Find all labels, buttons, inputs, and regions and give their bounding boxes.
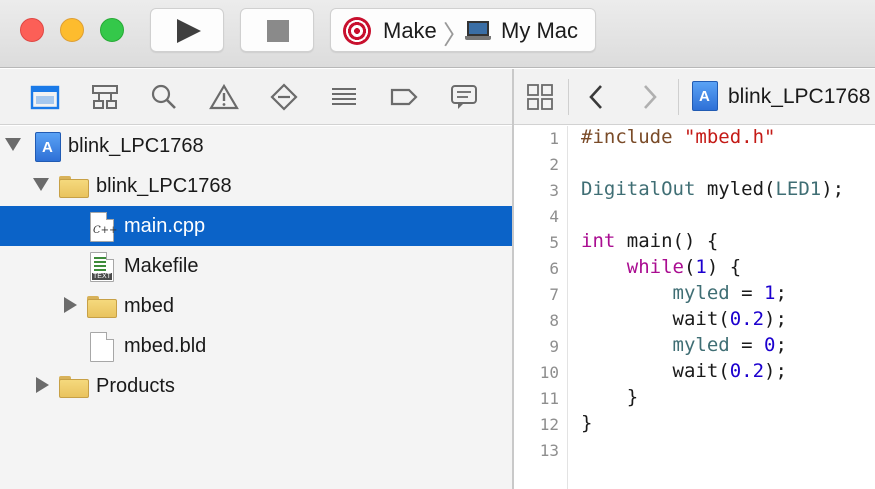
scheme-destination-label: My Mac (501, 18, 578, 43)
disclosure-expanded-icon[interactable] (5, 138, 21, 151)
scheme-selector[interactable]: Make 〉 My Mac (330, 8, 596, 52)
line-number: 5 (549, 233, 559, 252)
folder-icon (59, 176, 89, 198)
line-number: 4 (549, 207, 559, 226)
code-line-3: DigitalOut myled(LED1); (581, 178, 845, 200)
line-number: 7 (549, 285, 559, 304)
code-line-12: } (581, 412, 593, 434)
code-line-10: wait(0.2); (581, 360, 787, 382)
close-window-button[interactable] (20, 18, 44, 42)
tree-row-project[interactable]: A blink_LPC1768 (0, 126, 512, 166)
code-line-5: int main() { (581, 230, 719, 252)
run-button[interactable] (150, 8, 224, 52)
jump-bar-separator (678, 79, 679, 115)
report-bubble-icon[interactable] (449, 83, 479, 111)
identifier: myled (672, 334, 730, 356)
back-arrow-icon[interactable] (586, 83, 606, 111)
editor-jump-bar: A blink_LPC1768 (514, 69, 875, 125)
identifier: LED1 (775, 178, 822, 200)
tree-row-mbed-folder[interactable]: mbed (0, 286, 512, 326)
number-literal: 0 (764, 334, 776, 356)
breakpoint-icon[interactable] (389, 83, 419, 111)
tree-row-label: mbed.bld (124, 335, 207, 357)
navigator-selector-bar (0, 69, 512, 125)
identifier: myled (672, 282, 730, 304)
code-line-7: myled = 1; (672, 282, 787, 304)
minimize-window-button[interactable] (60, 18, 84, 42)
target-icon (343, 17, 371, 45)
number-literal: 0.2 (729, 308, 765, 330)
line-number: 1 (549, 129, 559, 148)
play-icon (177, 19, 201, 43)
line-number: 10 (539, 363, 559, 382)
debug-list-icon[interactable] (329, 83, 359, 111)
tree-row-label: blink_LPC1768 (96, 175, 232, 197)
tree-row-makefile[interactable]: TEXT Makefile (0, 246, 512, 286)
line-number: 11 (539, 389, 559, 408)
window-toolbar: Make 〉 My Mac (0, 0, 875, 68)
tree-row-label: blink_LPC1768 (68, 135, 204, 157)
line-number: 6 (549, 259, 559, 278)
tree-row-products[interactable]: Products (0, 366, 512, 406)
string-literal: "mbed.h" (683, 126, 776, 148)
tree-row-label: main.cpp (124, 215, 206, 237)
line-number: 2 (549, 155, 559, 174)
keyword: int (581, 230, 616, 252)
jump-bar-path[interactable]: blink_LPC1768 (728, 85, 870, 109)
tree-row-label: Makefile (124, 255, 199, 277)
code-line-11: } (581, 386, 639, 408)
code-line-8: wait(0.2); (581, 308, 787, 330)
tree-row-main-cpp[interactable]: C++ main.cpp (0, 206, 512, 246)
disclosure-expanded-icon[interactable] (33, 178, 49, 191)
project-icon: A (692, 81, 718, 111)
number-literal: 0.2 (729, 360, 765, 382)
disclosure-collapsed-icon[interactable] (64, 297, 77, 313)
symbol-hierarchy-icon[interactable] (90, 83, 120, 111)
search-icon[interactable] (149, 83, 179, 111)
tree-row-mbed-bld[interactable]: mbed.bld (0, 326, 512, 366)
related-items-icon[interactable] (526, 83, 554, 111)
type-name: DigitalOut (581, 178, 696, 200)
folder-icon (87, 296, 117, 318)
scheme-target-label: Make (383, 18, 437, 43)
folder-icon (59, 376, 89, 398)
disclosure-collapsed-icon[interactable] (36, 377, 49, 393)
stop-button[interactable] (240, 8, 314, 52)
line-number: 3 (549, 181, 559, 200)
stop-icon (267, 20, 289, 42)
cpp-file-icon: C++ (90, 212, 117, 242)
preprocessor-directive: #include (581, 126, 673, 148)
project-navigator: A blink_LPC1768 blink_LPC1768 C++ main.c… (0, 126, 512, 489)
line-number: 12 (539, 415, 559, 434)
source-editor[interactable]: 1 2 3 4 5 6 7 8 9 10 11 12 13 #include "… (514, 126, 875, 489)
keyword: while (626, 256, 684, 278)
tree-row-label: Products (96, 375, 175, 397)
tree-row-group[interactable]: blink_LPC1768 (0, 166, 512, 206)
number-literal: 1 (695, 256, 707, 278)
tree-row-label: mbed (124, 295, 175, 317)
project-icon: A (35, 132, 61, 162)
number-literal: 1 (764, 282, 776, 304)
generic-file-icon (90, 332, 114, 362)
text-file-icon: TEXT (90, 252, 114, 282)
line-number: 8 (549, 311, 559, 330)
jump-bar-separator (568, 79, 569, 115)
folder-icon[interactable] (30, 83, 60, 111)
warning-icon[interactable] (209, 83, 239, 111)
code-line-1: #include "mbed.h" (581, 126, 775, 148)
laptop-icon (465, 21, 491, 41)
code-line-9: myled = 0; (672, 334, 787, 356)
test-diamond-icon[interactable] (269, 83, 299, 111)
forward-arrow-icon[interactable] (640, 83, 660, 111)
code-line-6: while(1) { (626, 256, 742, 278)
line-number: 13 (539, 441, 559, 460)
line-number-gutter: 1 2 3 4 5 6 7 8 9 10 11 12 13 (514, 126, 568, 489)
line-number: 9 (549, 337, 559, 356)
zoom-window-button[interactable] (100, 18, 124, 42)
